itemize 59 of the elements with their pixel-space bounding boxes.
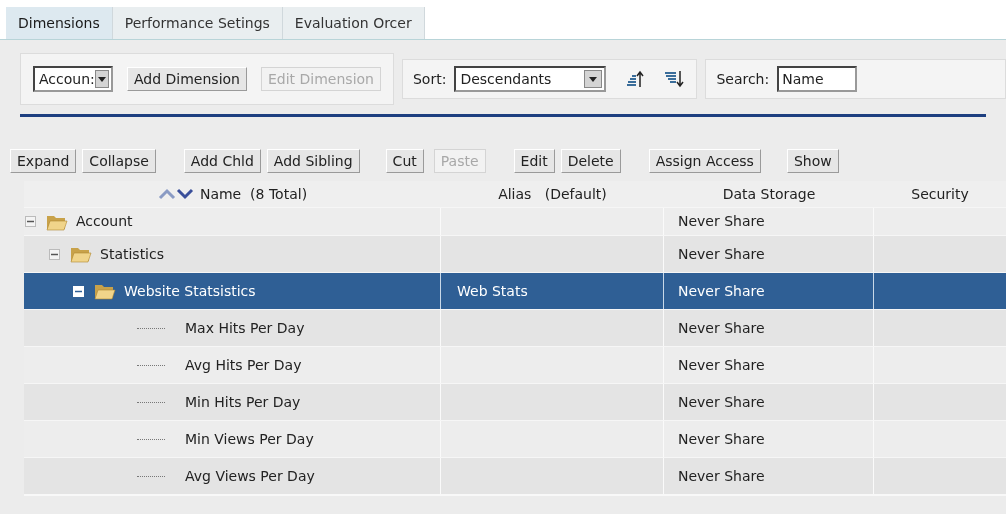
action-button[interactable]: Assign Access	[648, 149, 761, 173]
search-label: Search:	[716, 69, 770, 89]
action-button[interactable]: Edit	[513, 149, 555, 173]
folder-icon	[70, 245, 92, 263]
tree-row[interactable]: Avg Views Per Day Never Share	[24, 457, 1006, 494]
tree-row[interactable]: Account Never Share	[24, 207, 1006, 235]
tree-row[interactable]: Min Hits Per Day Never Share	[24, 383, 1006, 420]
tab[interactable]: Dimensions	[6, 7, 113, 39]
folder-icon	[94, 282, 116, 300]
sort-label: Sort:	[412, 69, 447, 89]
column-header[interactable]: Data Storage	[722, 183, 816, 205]
action-button[interactable]: Expand	[10, 149, 77, 173]
tree-line	[137, 327, 165, 329]
node-name: Website Statsistics	[124, 281, 256, 301]
data-storage-text: Never Share	[678, 212, 765, 231]
sort-arrows-icon[interactable]	[157, 187, 194, 201]
node-name: Account	[76, 212, 133, 231]
action-button[interactable]: Show	[786, 149, 839, 173]
data-storage-text: Never Share	[678, 281, 765, 301]
action-button[interactable]: Delete	[560, 149, 621, 173]
tree-row[interactable]: Min Views Per Day Never Share	[24, 420, 1006, 457]
tree-line	[137, 364, 165, 366]
node-name: Statistics	[100, 244, 164, 264]
action-button[interactable]: Collapse	[82, 149, 156, 173]
column-header[interactable]: Security	[911, 183, 969, 205]
tree-line	[137, 401, 165, 403]
data-storage-text: Never Share	[678, 318, 765, 338]
alias-text: Web Stats	[457, 281, 528, 301]
search-field[interactable]: Name	[777, 66, 858, 92]
tree-row[interactable]: Statistics Never Share	[24, 235, 1006, 272]
node-name: Min Hits Per Day	[185, 392, 301, 412]
tree-row[interactable]: Avg Hits Per Day Never Share	[24, 346, 1006, 383]
node-name: Avg Views Per Day	[185, 466, 315, 486]
sort-select[interactable]: Descendants	[454, 66, 607, 92]
tab[interactable]: Performance Setings	[112, 7, 283, 39]
node-name: Max Hits Per Day	[185, 318, 305, 338]
node-name: Min Views Per Day	[185, 429, 314, 449]
data-storage-text: Never Share	[678, 429, 765, 449]
collapse-icon[interactable]	[73, 285, 84, 297]
tree-row[interactable]: Max Hits Per Day Never Share	[24, 309, 1006, 346]
tree-line	[137, 438, 165, 440]
tree-row[interactable]: Website Statsistics Web Stats Never Share	[24, 272, 1006, 309]
data-storage-text: Never Share	[678, 392, 765, 412]
data-storage-text: Never Share	[678, 244, 765, 264]
collapse-icon[interactable]	[49, 248, 60, 260]
collapse-icon[interactable]	[25, 216, 36, 227]
sort-descending-icon[interactable]	[662, 68, 687, 90]
node-name: Avg Hits Per Day	[185, 355, 302, 375]
toolbar-button[interactable]: Add Dimension	[127, 67, 247, 91]
action-button[interactable]: Add Sibling	[266, 149, 360, 173]
tab[interactable]: Evaluation Orcer	[282, 7, 425, 39]
data-storage-text: Never Share	[678, 466, 765, 486]
tree-line	[137, 475, 165, 477]
dimension-select[interactable]: Accoun:	[33, 66, 113, 92]
column-header[interactable]: Alias (Default)	[498, 183, 607, 205]
column-header[interactable]: Name (8 Total)	[199, 183, 308, 205]
action-button[interactable]: Add Chld	[183, 149, 261, 173]
data-storage-text: Never Share	[678, 355, 765, 375]
action-button[interactable]: Cut	[385, 149, 424, 173]
